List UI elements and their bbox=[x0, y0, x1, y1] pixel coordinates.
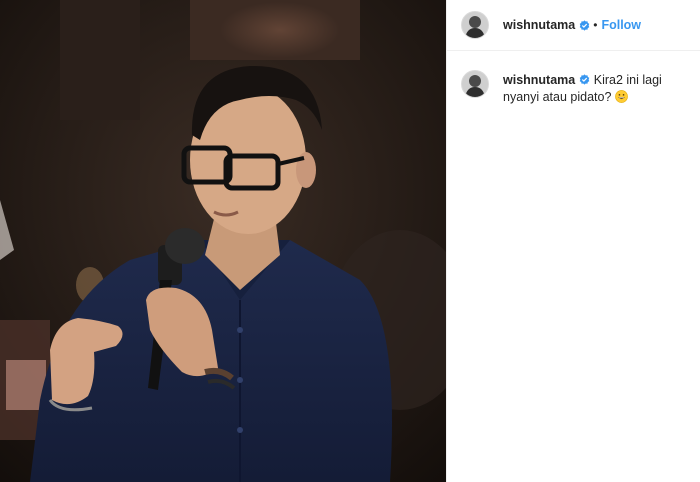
follow-button[interactable]: Follow bbox=[601, 18, 641, 32]
photo-man-with-microphone bbox=[0, 0, 446, 482]
post-side-panel: wishnutama • Follow wishnutama Kira2 ini… bbox=[446, 0, 700, 482]
caption-text-block: wishnutama Kira2 ini lagi nyanyi atau pi… bbox=[503, 72, 693, 106]
header-separator: • bbox=[593, 18, 598, 32]
caption-username[interactable]: wishnutama bbox=[503, 73, 575, 87]
header-username[interactable]: wishnutama bbox=[503, 18, 575, 32]
caption-comment: wishnutama Kira2 ini lagi nyanyi atau pi… bbox=[447, 51, 700, 106]
profile-picture-icon bbox=[462, 12, 488, 38]
profile-picture-icon bbox=[462, 71, 488, 97]
verified-badge-icon bbox=[579, 74, 590, 85]
avatar[interactable] bbox=[461, 70, 489, 98]
grinning-face-emoji-icon bbox=[615, 90, 628, 103]
post-photo[interactable] bbox=[0, 0, 446, 482]
instagram-post: wishnutama • Follow wishnutama Kira2 ini… bbox=[0, 0, 700, 482]
post-header: wishnutama • Follow bbox=[447, 0, 700, 51]
verified-badge-icon bbox=[579, 19, 590, 31]
avatar[interactable] bbox=[461, 11, 489, 39]
